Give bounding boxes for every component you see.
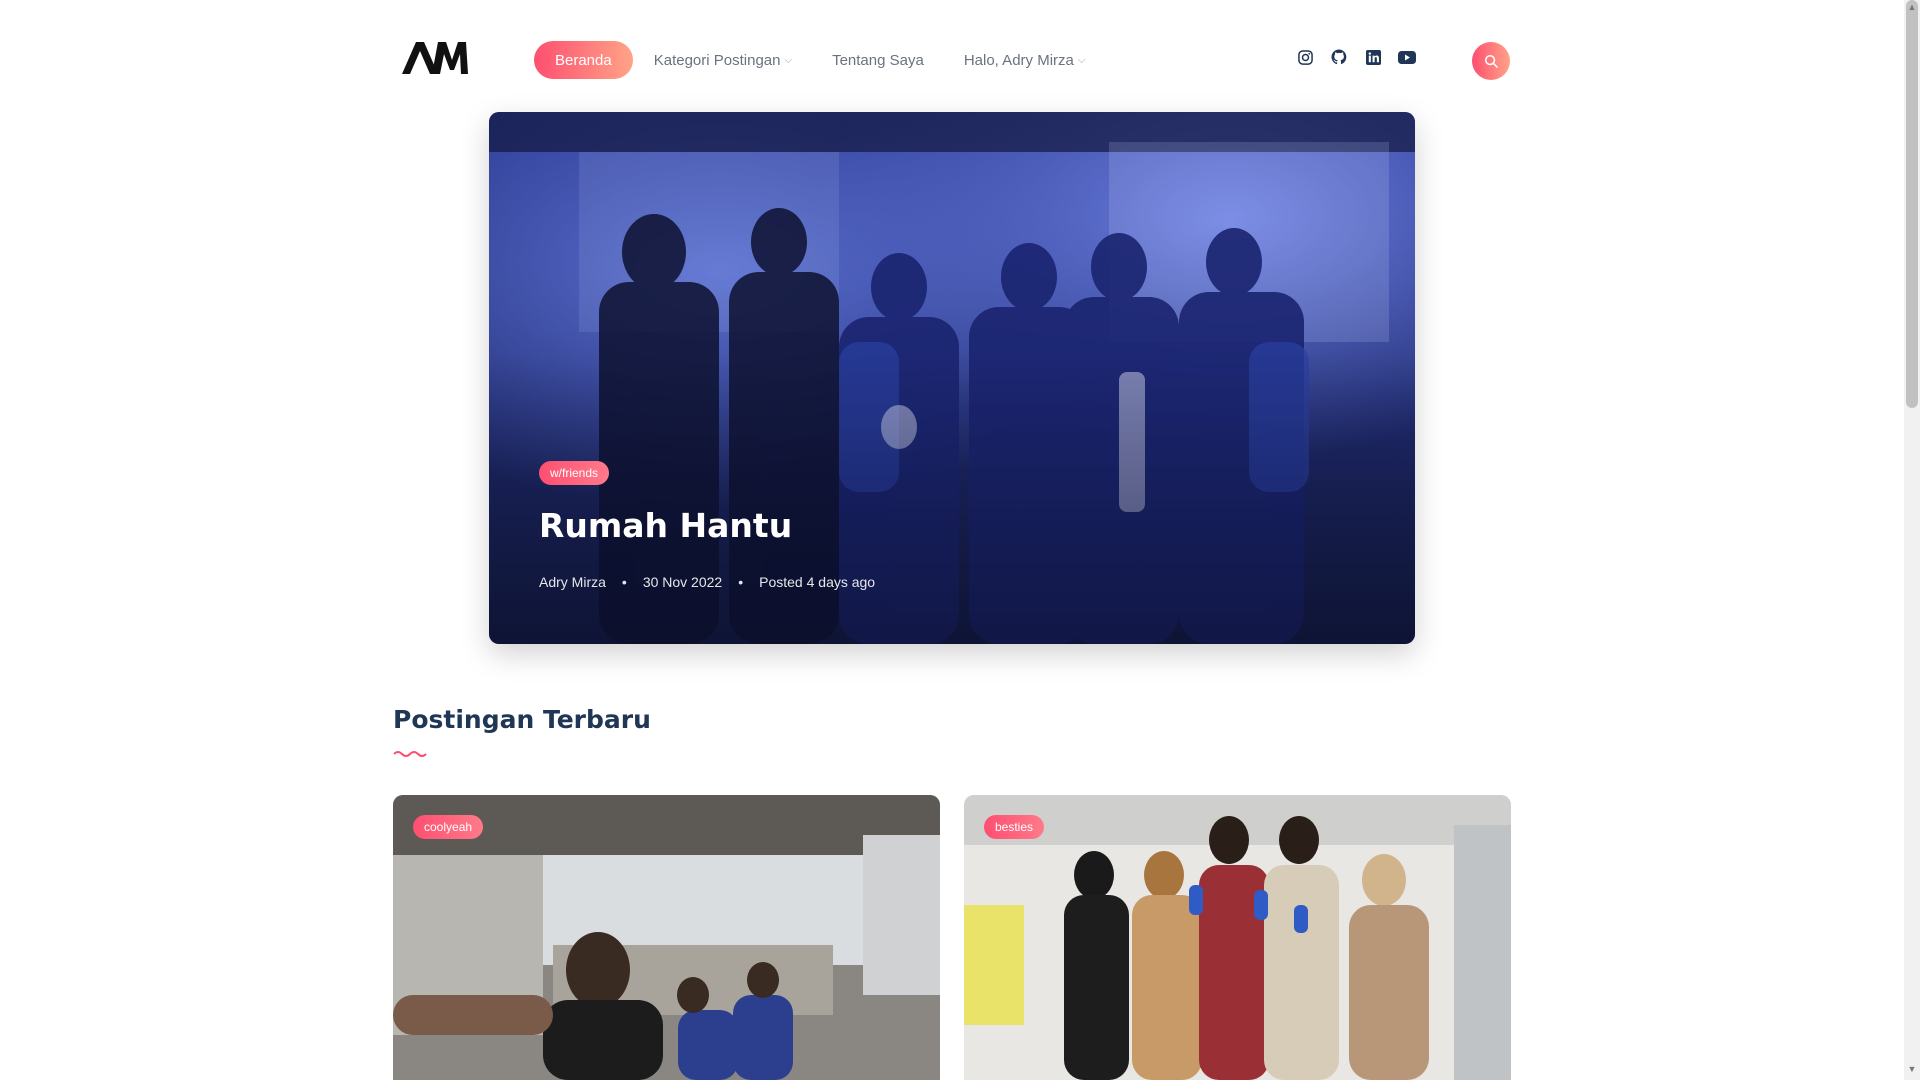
section-title: Postingan Terbaru: [393, 705, 651, 734]
section-wave-decoration: [393, 751, 427, 757]
featured-post-meta: Adry Mirza • 30 Nov 2022 • Posted 4 days…: [539, 574, 876, 590]
instagram-icon[interactable]: [1296, 48, 1314, 66]
search-button[interactable]: [1472, 42, 1510, 80]
post-age: Posted 4 days ago: [759, 574, 876, 590]
main-nav: Beranda Kategori Postingan ⌵ Tentang Saya…: [534, 41, 1125, 79]
chevron-down-icon: ⌵: [1077, 54, 1086, 66]
category-badge[interactable]: w/friends: [539, 461, 610, 485]
post-card[interactable]: besties: [964, 795, 1511, 1080]
post-date: 30 Nov 2022: [642, 574, 723, 590]
nav-kategori-postingan[interactable]: Kategori Postingan ⌵: [654, 52, 792, 69]
chevron-down-icon: ⌵: [784, 54, 793, 66]
social-links: [1296, 48, 1432, 66]
search-icon: [1484, 54, 1498, 68]
linkedin-icon[interactable]: [1364, 48, 1382, 66]
github-icon[interactable]: [1330, 48, 1348, 66]
nav-user-menu[interactable]: Halo, Adry Mirza ⌵: [964, 52, 1086, 69]
featured-post-title[interactable]: Rumah Hantu: [539, 506, 792, 545]
nav-tentang-saya[interactable]: Tentang Saya: [832, 52, 924, 69]
post-author[interactable]: Adry Mirza: [539, 574, 606, 590]
scroll-up-icon[interactable]: ▲: [1906, 2, 1918, 16]
site-header: Beranda Kategori Postingan ⌵ Tentang Saya…: [0, 0, 1904, 110]
youtube-icon[interactable]: [1398, 48, 1416, 66]
nav-beranda[interactable]: Beranda: [534, 41, 633, 79]
category-badge[interactable]: besties: [984, 815, 1045, 839]
post-card-image: [964, 795, 1511, 1080]
scrollbar-thumb[interactable]: [1906, 0, 1918, 408]
featured-post[interactable]: w/friends Rumah Hantu Adry Mirza • 30 No…: [489, 112, 1415, 644]
scroll-down-icon[interactable]: ▼: [1906, 1064, 1918, 1078]
category-badge[interactable]: coolyeah: [413, 815, 484, 839]
post-card[interactable]: coolyeah: [393, 795, 940, 1080]
site-logo[interactable]: [402, 40, 468, 74]
